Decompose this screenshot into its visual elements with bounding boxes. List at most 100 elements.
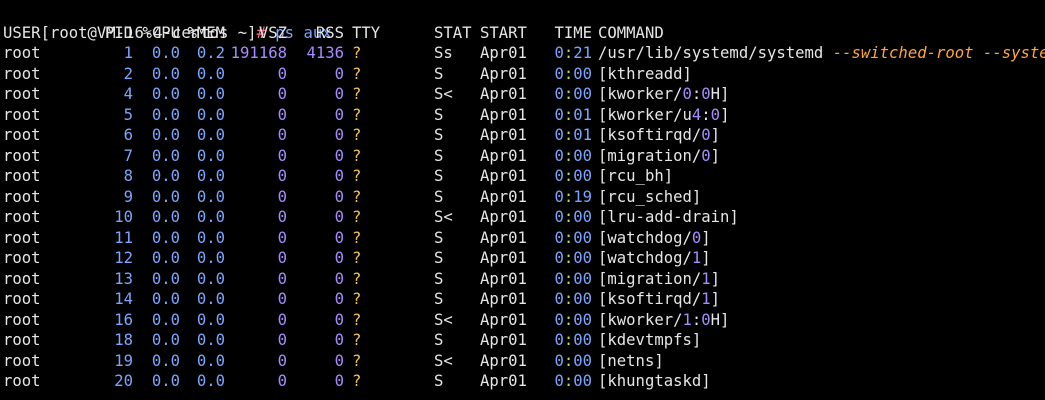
process-time-minutes: 01 [573,105,592,124]
process-command-text: [kworker/0:0H] [598,85,730,103]
process-stat: S [434,290,444,308]
process-command-text: [watchdog/0] [598,228,711,247]
process-mem: 0.0 [196,105,225,124]
process-vsz: 0 [277,228,287,247]
process-command-text: [netns] [598,351,664,370]
process-start: Apr01 [480,331,527,349]
process-command: [migration/0] [598,146,720,167]
terminal-window[interactable]: [root@VM-16-4-centos ~]# ps aux USER PID… [3,2,1045,400]
process-start: Apr01 [480,269,527,288]
process-time-minutes: 00 [573,310,592,329]
process-row: root 7 0.0 0.0 0 0? S Apr01 0:00 [migration/0] [3,146,1045,167]
process-vsz: 191168 [230,44,287,62]
process-time-separator: : [563,351,574,370]
process-command: [netns] [598,351,664,372]
process-user: root [3,372,41,390]
header-rss: RSS [315,23,344,42]
process-time-minutes: 00 [573,331,592,349]
process-row: root 13 0.0 0.0 0 0? S Apr01 0:00 [migration/1] [3,269,1045,290]
process-time-hours: 0 [554,290,564,308]
process-mem: 0.0 [196,249,225,267]
process-start: Apr01 [480,44,527,62]
process-time: 0:01 [550,105,592,126]
process-start: Apr01 [480,64,527,83]
process-vsz: 0 [277,372,287,390]
process-row: root 16 0.0 0.0 0 0? S< Apr01 0:00 [kworker/1:0H] [3,310,1045,331]
process-cpu: 0.0 [151,249,180,267]
process-start: Apr01 [480,167,527,185]
process-start: Apr01 [480,310,527,329]
process-time: 0:00 [550,228,592,249]
process-time-minutes: 00 [573,208,592,226]
process-command: [kthreadd] [598,64,692,85]
process-vsz: 0 [277,351,287,370]
process-time-separator: : [563,146,574,165]
process-mem: 0.0 [196,208,225,226]
header-pid: PID [104,23,133,42]
process-row: root 11 0.0 0.0 0 0? S Apr01 0:00 [watchdog/0] [3,228,1045,249]
process-mem: 0.0 [196,228,225,247]
process-time: 0:00 [550,207,592,228]
process-row: root 14 0.0 0.0 0 0? S Apr01 0:00 [ksoftirqd/1] [3,289,1045,310]
header-row: USER PID %CPU %MEM VSZ RSS TTY STAT STAR… [3,23,1045,44]
process-time-minutes: 00 [573,85,592,103]
process-vsz: 0 [277,331,287,349]
process-start: Apr01 [480,146,527,165]
prompt-line: [root@VM-16-4-centos ~]# ps aux [3,2,1045,42]
process-rss: 0 [334,290,344,308]
header-start: START [480,23,527,42]
process-tty: ? [352,85,362,103]
process-cpu: 0.0 [151,64,180,83]
process-time-hours: 0 [554,372,564,390]
process-command-text: [watchdog/1] [598,249,711,267]
process-time-separator: : [563,105,574,124]
process-user: root [3,228,41,247]
process-pid: 5 [123,105,133,124]
process-pid: 4 [123,85,133,103]
process-stat: S [434,249,444,267]
process-tty: ? [352,208,362,226]
process-command-text: [ksoftirqd/1] [598,290,721,308]
process-start: Apr01 [480,187,527,206]
process-time-minutes: 00 [573,269,592,288]
process-time: 0:00 [550,166,592,187]
process-stat: S [434,372,444,390]
process-tty: ? [352,310,362,329]
process-vsz: 0 [277,105,287,124]
process-vsz: 0 [277,146,287,165]
process-cpu: 0.0 [151,85,180,103]
process-row: root 8 0.0 0.0 0 0? S Apr01 0:00 [rcu_bh] [3,166,1045,187]
process-time-separator: : [563,167,574,185]
process-time-separator: : [563,372,574,390]
process-time-hours: 0 [554,310,564,329]
process-command-text: [kdevtmpfs] [598,331,702,349]
process-mem: 0.0 [196,146,225,165]
process-pid: 8 [123,167,133,185]
process-mem: 0.0 [196,126,225,144]
process-pid: 12 [114,249,133,267]
process-time-minutes: 00 [573,228,592,247]
process-command: [kworker/1:0H] [598,310,729,331]
process-mem: 0.0 [196,310,225,329]
process-stat: S [434,167,444,185]
process-cpu: 0.0 [151,126,180,144]
process-command-args: --switched-root --system [832,44,1045,62]
process-tty: ? [352,64,362,83]
process-rss: 4136 [306,44,344,62]
process-time-minutes: 00 [573,146,592,165]
process-pid: 13 [114,269,133,288]
process-time-minutes: 00 [573,64,592,83]
process-command-text: [kthreadd] [598,64,692,83]
process-stat: S< [434,85,453,103]
process-pid: 14 [114,290,133,308]
process-tty: ? [352,126,362,144]
process-rss: 0 [334,228,344,247]
process-pid: 11 [114,228,133,247]
process-time-minutes: 19 [573,187,592,206]
process-pid: 1 [123,44,133,62]
process-time-hours: 0 [554,85,564,103]
process-time: 0:00 [550,351,592,372]
process-rss: 0 [334,269,344,288]
process-time-separator: : [563,290,574,308]
process-command-text: [khungtaskd] [598,372,711,390]
